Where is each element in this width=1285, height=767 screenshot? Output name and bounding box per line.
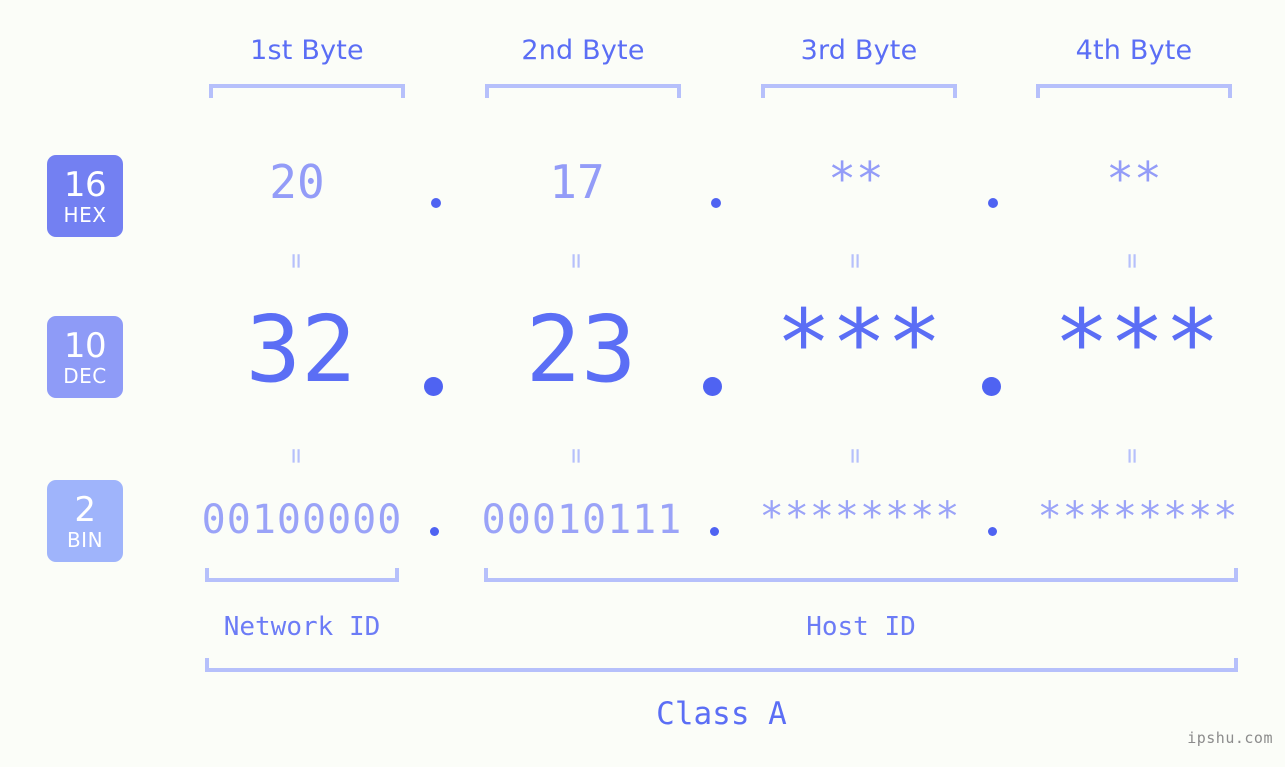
network-id-bracket bbox=[205, 568, 399, 582]
equals-dec-bin-2: = bbox=[560, 448, 591, 464]
hex-byte-4: ** bbox=[1106, 152, 1162, 206]
base-badge-hex-number: 16 bbox=[63, 164, 107, 205]
base-badge-bin-label: BIN bbox=[66, 527, 104, 552]
host-id-bracket bbox=[484, 568, 1238, 582]
dec-byte-4: *** bbox=[1053, 290, 1221, 397]
hex-byte-2: 17 bbox=[549, 155, 605, 209]
byte-bracket-3 bbox=[761, 84, 957, 98]
base-badge-dec-number: 10 bbox=[63, 325, 107, 366]
base-badge-hex[interactable]: 16 HEX bbox=[47, 155, 123, 237]
class-label: Class A bbox=[656, 696, 787, 732]
site-watermark: ipshu.com bbox=[1187, 729, 1273, 747]
base-badge-dec[interactable]: 10 DEC bbox=[47, 316, 123, 398]
equals-dec-bin-4: = bbox=[1116, 448, 1147, 464]
host-id-label: Host ID bbox=[806, 612, 916, 642]
dec-separator-3 bbox=[982, 377, 1001, 396]
network-id-label: Network ID bbox=[223, 612, 381, 642]
hex-separator-2 bbox=[711, 198, 721, 208]
byte-header-1: 1st Byte bbox=[250, 35, 364, 66]
dec-separator-1 bbox=[424, 377, 443, 396]
ip-address-diagram: 1st Byte 2nd Byte 3rd Byte 4th Byte 16 H… bbox=[0, 0, 1285, 767]
byte-header-2: 2nd Byte bbox=[521, 35, 645, 66]
dec-byte-3: *** bbox=[775, 290, 943, 397]
bin-separator-3 bbox=[988, 527, 997, 536]
equals-hex-dec-1: = bbox=[280, 253, 311, 269]
bin-separator-2 bbox=[710, 527, 719, 536]
byte-header-4: 4th Byte bbox=[1075, 35, 1193, 66]
equals-dec-bin-3: = bbox=[839, 448, 870, 464]
equals-dec-bin-1: = bbox=[280, 448, 311, 464]
hex-separator-1 bbox=[431, 198, 441, 208]
byte-bracket-1 bbox=[209, 84, 405, 98]
hex-byte-1: 20 bbox=[269, 155, 325, 209]
equals-hex-dec-2: = bbox=[560, 253, 591, 269]
bin-byte-3: ******** bbox=[759, 494, 961, 540]
bin-separator-1 bbox=[430, 527, 439, 536]
byte-bracket-2 bbox=[485, 84, 681, 98]
hex-separator-3 bbox=[988, 198, 998, 208]
base-badge-dec-label: DEC bbox=[63, 363, 107, 388]
bin-byte-2: 00010111 bbox=[481, 497, 683, 543]
class-bracket bbox=[205, 658, 1238, 672]
hex-byte-3: ** bbox=[828, 152, 884, 206]
byte-bracket-4 bbox=[1036, 84, 1232, 98]
base-badge-hex-label: HEX bbox=[63, 202, 107, 227]
base-badge-bin-number: 2 bbox=[74, 489, 96, 530]
dec-byte-2: 23 bbox=[525, 296, 637, 403]
dec-separator-2 bbox=[703, 377, 722, 396]
bin-byte-1: 00100000 bbox=[201, 497, 403, 543]
equals-hex-dec-4: = bbox=[1116, 253, 1147, 269]
dec-byte-1: 32 bbox=[245, 296, 357, 403]
bin-byte-4: ******** bbox=[1037, 494, 1239, 540]
byte-header-3: 3rd Byte bbox=[800, 35, 918, 66]
base-badge-bin[interactable]: 2 BIN bbox=[47, 480, 123, 562]
equals-hex-dec-3: = bbox=[839, 253, 870, 269]
